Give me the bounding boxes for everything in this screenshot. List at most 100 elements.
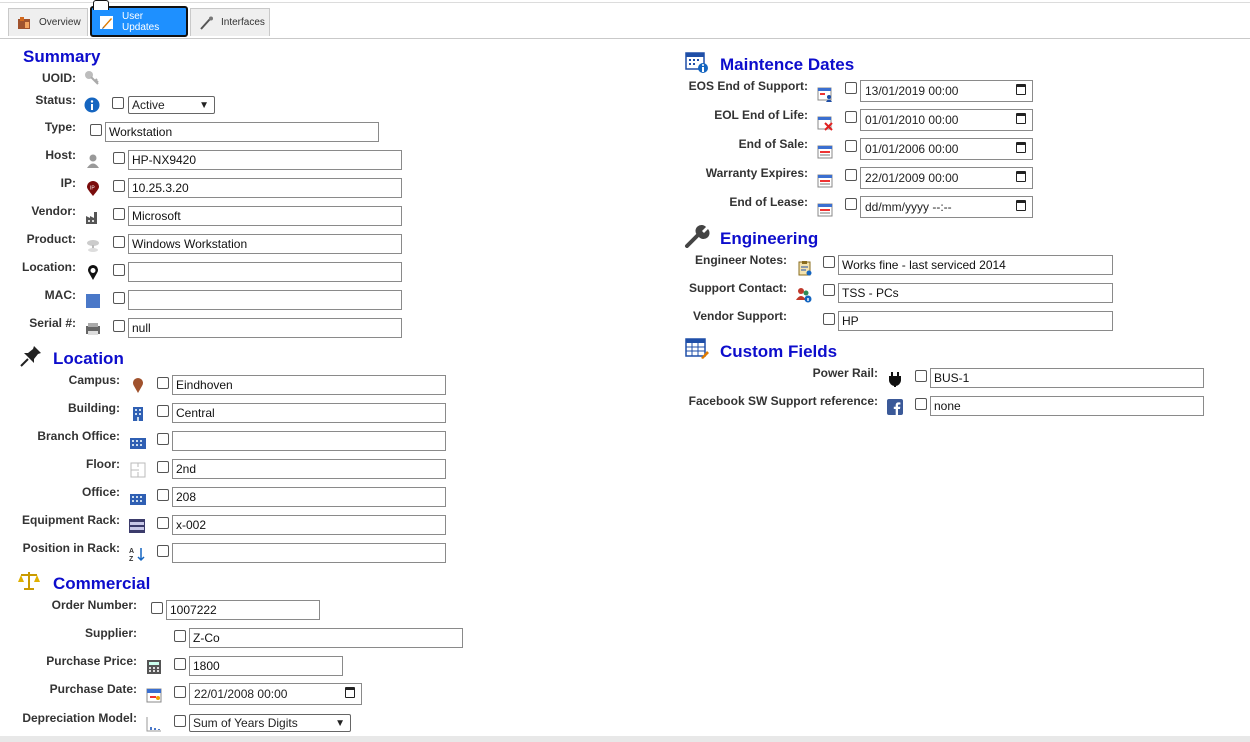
order-checkbox[interactable] bbox=[151, 602, 163, 614]
engineer-notes-checkbox[interactable] bbox=[823, 256, 835, 268]
warranty-checkbox[interactable] bbox=[845, 169, 857, 181]
branch-input[interactable] bbox=[172, 431, 446, 451]
sale-checkbox[interactable] bbox=[845, 140, 857, 152]
price-checkbox[interactable] bbox=[174, 658, 186, 670]
sort-az-icon: AZ bbox=[129, 546, 145, 563]
tab-overview[interactable]: Overview bbox=[8, 8, 88, 36]
building-checkbox[interactable] bbox=[157, 405, 169, 417]
ip-checkbox[interactable] bbox=[113, 180, 125, 192]
calculator-icon bbox=[146, 659, 162, 675]
lease-checkbox[interactable] bbox=[845, 198, 857, 210]
pdate-input[interactable]: 22/01/2008 00:00 bbox=[189, 683, 362, 705]
floor-checkbox[interactable] bbox=[157, 461, 169, 473]
location-checkbox[interactable] bbox=[113, 264, 125, 276]
top-divider bbox=[0, 2, 1250, 3]
facebook-support-label: Facebook SW Support reference: bbox=[688, 394, 878, 408]
eol-input[interactable]: 01/01/2010 00:00 bbox=[860, 109, 1033, 131]
order-input[interactable]: 1007222 bbox=[166, 600, 320, 620]
maintenance-heading: Maintence Dates bbox=[720, 55, 855, 74]
location-heading: Location bbox=[53, 349, 124, 368]
serial-input[interactable]: null bbox=[128, 318, 402, 338]
product-label: Product: bbox=[26, 232, 76, 246]
branch-label: Branch Office: bbox=[37, 429, 120, 443]
calendar-user-icon bbox=[817, 86, 833, 102]
calendar-picker-icon[interactable] bbox=[345, 687, 355, 698]
warranty-input[interactable]: 22/01/2009 00:00 bbox=[860, 167, 1033, 189]
tab-interfaces[interactable]: Interfaces bbox=[190, 8, 270, 36]
calendar-picker-icon[interactable] bbox=[1016, 171, 1026, 182]
position-input[interactable] bbox=[172, 543, 446, 563]
host-checkbox[interactable] bbox=[113, 152, 125, 164]
host-input[interactable]: HP-NX9420 bbox=[128, 150, 402, 170]
support-contact-input[interactable]: TSS - PCs bbox=[838, 283, 1113, 303]
tab-user-updates[interactable]: User Updates bbox=[90, 6, 188, 37]
position-checkbox[interactable] bbox=[157, 545, 169, 557]
status-select[interactable]: Active ▼ bbox=[128, 96, 215, 114]
power-rail-checkbox[interactable] bbox=[915, 370, 927, 382]
location-input[interactable] bbox=[128, 262, 402, 282]
calendar-picker-icon[interactable] bbox=[1016, 142, 1026, 153]
edit-icon bbox=[100, 15, 114, 29]
office-checkbox[interactable] bbox=[157, 489, 169, 501]
floor-input[interactable]: 2nd bbox=[172, 459, 446, 479]
product-checkbox[interactable] bbox=[113, 236, 125, 248]
supplier-checkbox[interactable] bbox=[174, 630, 186, 642]
eos-input[interactable]: 13/01/2019 00:00 bbox=[860, 80, 1033, 102]
office-input[interactable]: 208 bbox=[172, 487, 446, 507]
sale-label: End of Sale: bbox=[738, 137, 808, 151]
calendar-picker-icon[interactable] bbox=[1016, 200, 1026, 211]
vendor-support-input[interactable]: HP bbox=[838, 311, 1113, 331]
branch-checkbox[interactable] bbox=[157, 433, 169, 445]
calendar-info-icon bbox=[685, 52, 709, 77]
mac-input[interactable] bbox=[128, 290, 402, 310]
vendor-checkbox[interactable] bbox=[113, 208, 125, 220]
serial-label: Serial #: bbox=[29, 316, 76, 330]
price-label: Purchase Price: bbox=[46, 654, 137, 668]
status-checkbox[interactable] bbox=[112, 97, 124, 109]
calendar-picker-icon[interactable] bbox=[1016, 84, 1026, 95]
eos-label: EOS End of Support: bbox=[688, 79, 808, 93]
support-contact-label: Support Contact: bbox=[689, 281, 787, 295]
eos-checkbox[interactable] bbox=[845, 82, 857, 94]
vendor-support-label: Vendor Support: bbox=[693, 309, 787, 323]
campus-checkbox[interactable] bbox=[157, 377, 169, 389]
depr-select[interactable]: Sum of Years Digits ▼ bbox=[189, 714, 351, 732]
user-icon bbox=[85, 153, 101, 169]
rack-checkbox[interactable] bbox=[157, 517, 169, 529]
price-input[interactable]: 1800 bbox=[189, 656, 343, 676]
calendar-icon bbox=[146, 687, 162, 703]
horizontal-scrollbar[interactable] bbox=[0, 736, 1250, 742]
map-pin-icon bbox=[85, 265, 101, 281]
mac-checkbox[interactable] bbox=[113, 292, 125, 304]
engineer-notes-input[interactable]: Works fine - last serviced 2014 bbox=[838, 255, 1113, 275]
vendor-input[interactable]: Microsoft bbox=[128, 206, 402, 226]
facebook-support-checkbox[interactable] bbox=[915, 398, 927, 410]
building-input[interactable]: Central bbox=[172, 403, 446, 423]
facebook-support-input[interactable]: none bbox=[930, 396, 1204, 416]
rack-input[interactable]: x-002 bbox=[172, 515, 446, 535]
calendar-icon bbox=[817, 144, 833, 160]
lease-label: End of Lease: bbox=[729, 195, 808, 209]
pdate-checkbox[interactable] bbox=[174, 686, 186, 698]
factory-icon bbox=[85, 209, 101, 225]
serial-checkbox[interactable] bbox=[113, 320, 125, 332]
vendor-label: Vendor: bbox=[31, 204, 76, 218]
depr-checkbox[interactable] bbox=[174, 715, 186, 727]
power-rail-label: Power Rail: bbox=[812, 366, 878, 380]
power-rail-input[interactable]: BUS-1 bbox=[930, 368, 1204, 388]
vendor-support-checkbox[interactable] bbox=[823, 313, 835, 325]
sale-input[interactable]: 01/01/2006 00:00 bbox=[860, 138, 1033, 160]
eol-checkbox[interactable] bbox=[845, 111, 857, 123]
location-label: Location: bbox=[22, 260, 76, 274]
supplier-input[interactable]: Z-Co bbox=[189, 628, 463, 648]
campus-pin-icon bbox=[130, 378, 146, 394]
calendar-picker-icon[interactable] bbox=[1016, 113, 1026, 124]
campus-input[interactable]: Eindhoven bbox=[172, 375, 446, 395]
support-contact-checkbox[interactable] bbox=[823, 284, 835, 296]
ip-input[interactable]: 10.25.3.20 bbox=[128, 178, 402, 198]
product-input[interactable]: Windows Workstation bbox=[128, 234, 402, 254]
type-input[interactable]: Workstation bbox=[105, 122, 379, 142]
type-checkbox[interactable] bbox=[90, 124, 102, 136]
lease-input[interactable]: dd/mm/yyyy --:-- bbox=[860, 196, 1033, 218]
rack-label: Equipment Rack: bbox=[21, 513, 120, 527]
